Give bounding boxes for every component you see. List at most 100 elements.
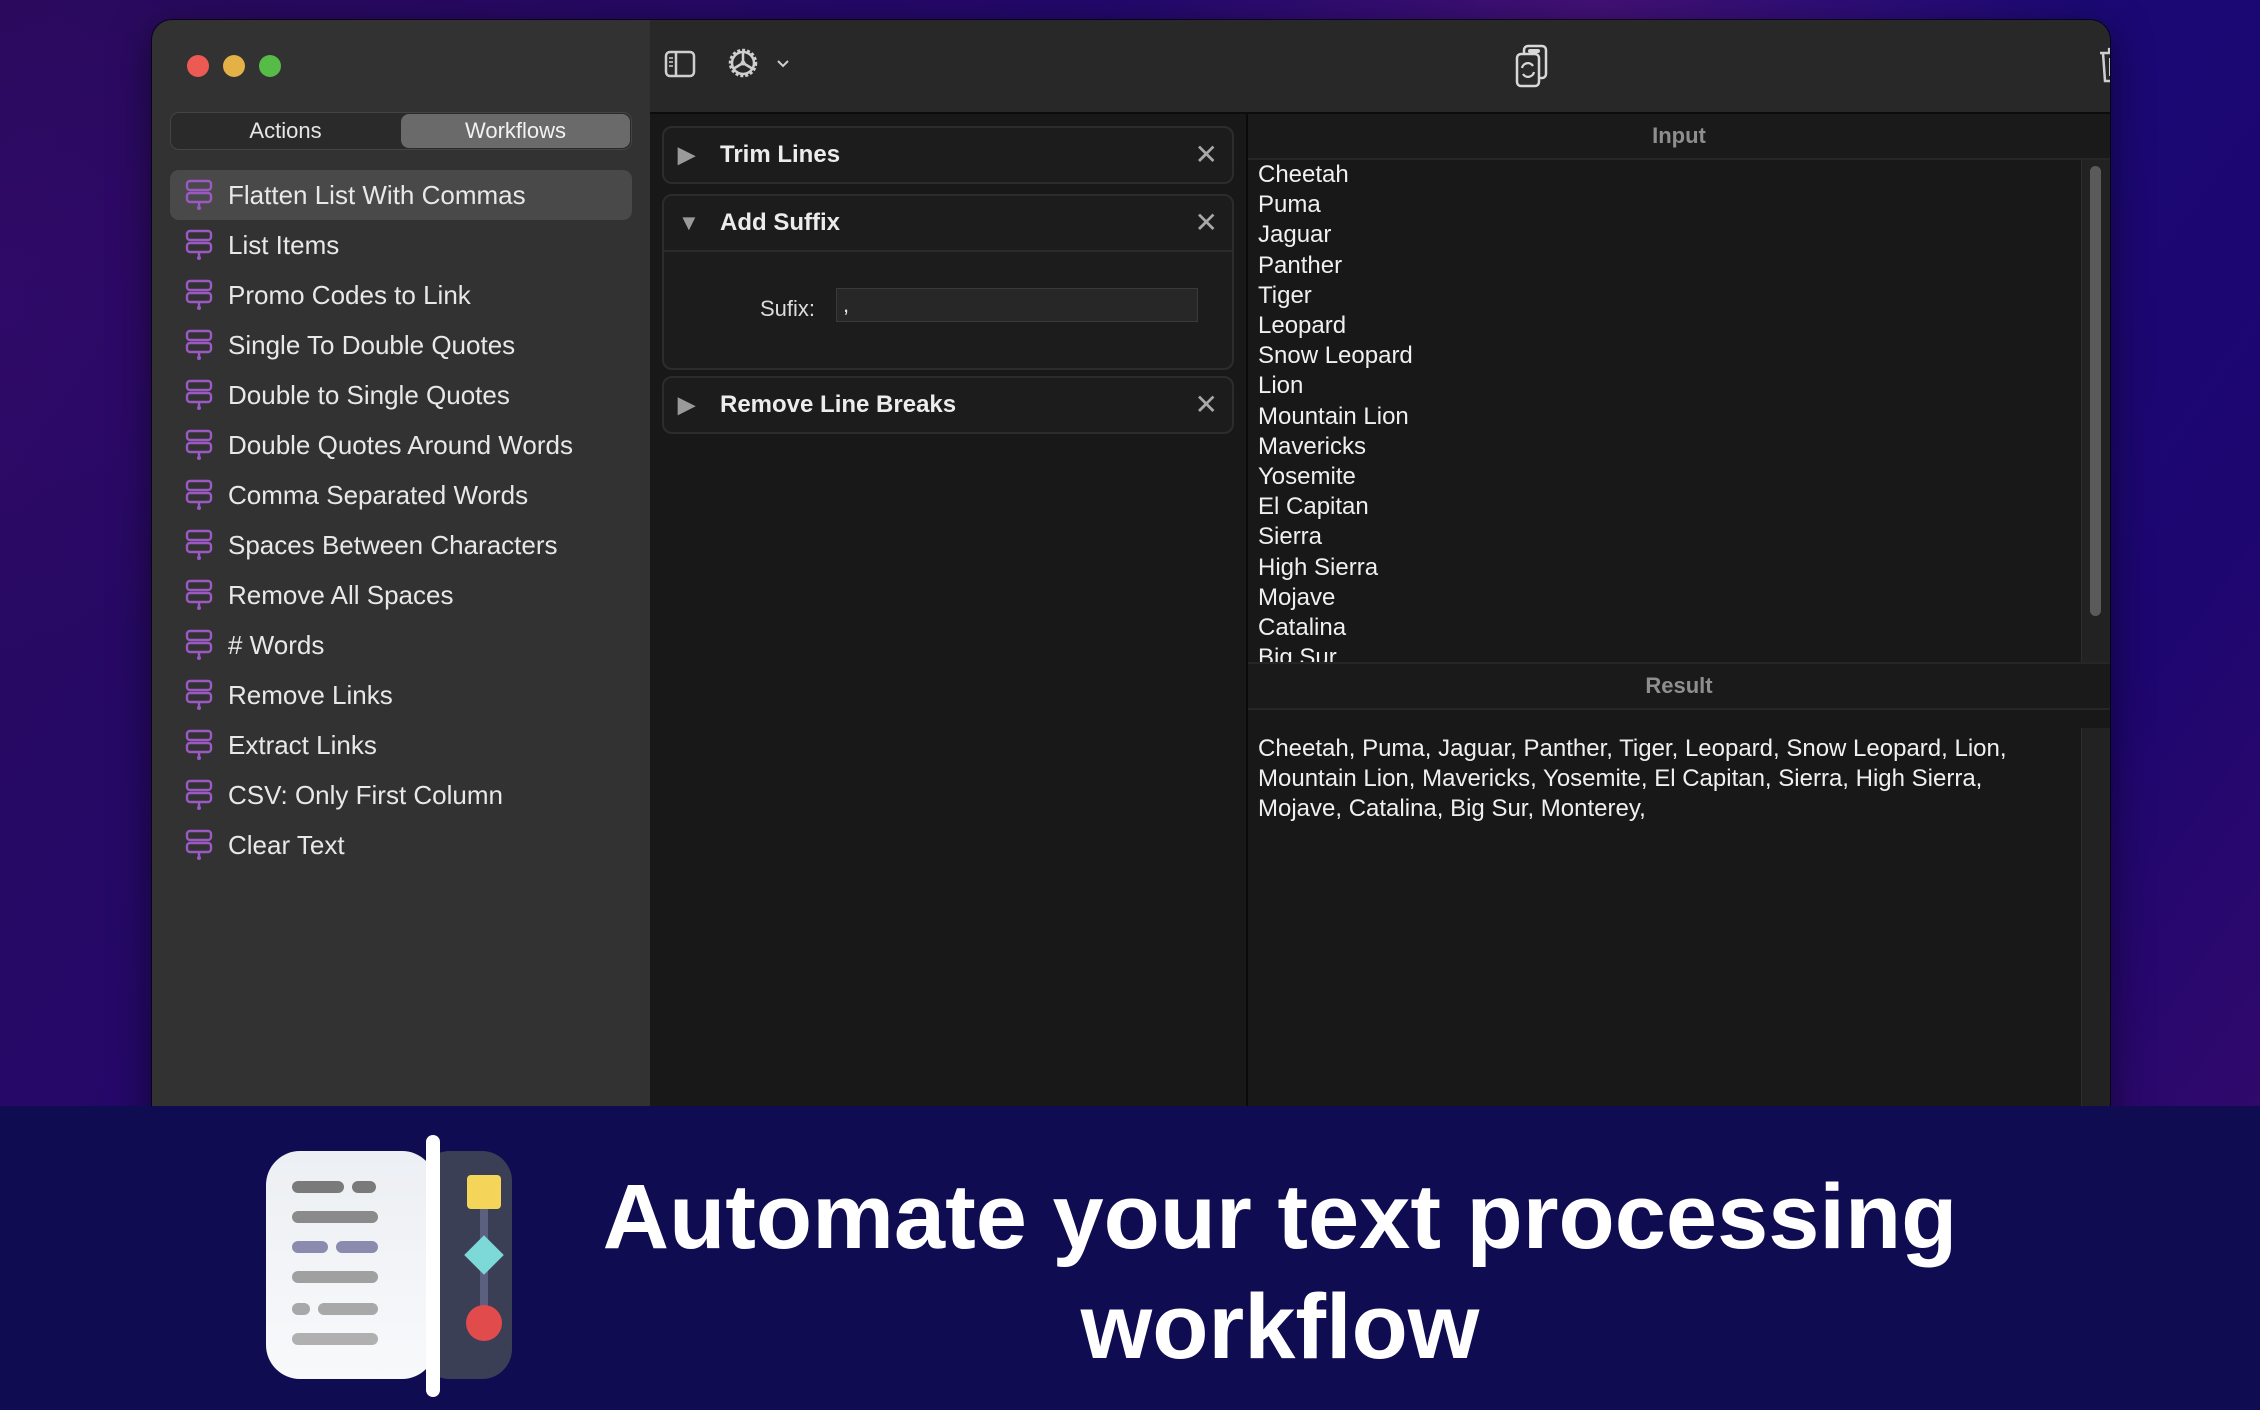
remove-step-icon[interactable]: ✕	[1195, 138, 1218, 171]
toolbar	[650, 20, 2110, 114]
workflow-icon	[185, 179, 213, 210]
sidebar-item[interactable]: Promo Codes to Link	[170, 270, 632, 320]
sidebar-item-label: Comma Separated Words	[228, 479, 529, 510]
step-header[interactable]: ▶ Trim Lines ✕	[664, 128, 1232, 182]
workflow-icon	[185, 529, 213, 560]
gear-icon[interactable]	[724, 44, 762, 87]
workflow-icon	[185, 379, 213, 410]
tab-actions[interactable]: Actions	[171, 113, 400, 149]
banner-headline: Automate your text processing workflow	[602, 1166, 1958, 1378]
sidebar-item[interactable]: Extract Links	[170, 720, 632, 770]
sidebar-item[interactable]: Flatten List With Commas	[170, 170, 632, 220]
step-header[interactable]: ▶ Remove Line Breaks ✕	[664, 378, 1232, 432]
sidebar-toggle-icon[interactable]	[664, 50, 696, 83]
input-scrollbar[interactable]	[2081, 160, 2110, 665]
sidebar-segmented-control: Actions Workflows	[170, 112, 632, 150]
sidebar-item[interactable]: Clear Text	[170, 820, 632, 870]
app-window: Actions Workflows Flatten List With Comm…	[152, 20, 2110, 1140]
workflow-icon	[185, 679, 213, 710]
window-controls	[187, 55, 281, 77]
step-title: Add Suffix	[720, 209, 840, 236]
input-line: Yosemite	[1258, 463, 1356, 491]
result-scrollbar[interactable]	[2081, 728, 2110, 1140]
promo-banner: Automate your text processing workflow	[0, 1106, 2260, 1410]
disclosure-right-icon[interactable]: ▶	[678, 392, 708, 418]
sidebar-item[interactable]: List Items	[170, 220, 632, 270]
copy-convert-icon[interactable]	[1514, 44, 1550, 93]
tab-workflows[interactable]: Workflows	[401, 114, 630, 148]
step-title: Trim Lines	[720, 141, 841, 168]
step-title: Remove Line Breaks	[720, 391, 957, 418]
workflow-icon	[185, 479, 213, 510]
input-line: Panther	[1258, 251, 1343, 279]
input-line: Snow Leopard	[1258, 342, 1413, 370]
step-add-suffix: ▼ Add Suffix ✕ Sufix:	[662, 194, 1234, 370]
input-line: Mojave	[1258, 583, 1336, 611]
input-line: Tiger	[1258, 281, 1312, 309]
sidebar-item-label: Double Quotes Around Words	[228, 429, 573, 460]
sidebar-item[interactable]: Double to Single Quotes	[170, 370, 632, 420]
disclosure-down-icon[interactable]: ▼	[678, 210, 708, 236]
sidebar-item-label: Flatten List With Commas	[228, 179, 526, 210]
result-header: Result	[1248, 662, 2110, 710]
workflow-steps-pane: ▶ Trim Lines ✕ ▼ Add Suffix ✕ Sufix: ▶ R…	[650, 114, 1248, 1140]
text-workflow-app-icon	[266, 1135, 512, 1397]
sidebar-item[interactable]: CSV: Only First Column	[170, 770, 632, 820]
workflow-icon	[185, 279, 213, 310]
input-line: Mavericks	[1258, 432, 1367, 460]
text-pane: Input Cheetah Puma Jaguar Panther Tiger Leopa…	[1248, 114, 2110, 1140]
workflow-icon	[185, 429, 213, 460]
sidebar-item[interactable]: Spaces Between Characters	[170, 520, 632, 570]
sidebar-item[interactable]: Single To Double Quotes	[170, 320, 632, 370]
close-window-button[interactable]	[187, 55, 209, 77]
result-text-area[interactable]: Cheetah, Puma, Jaguar, Panther, Tiger, L…	[1248, 728, 2082, 1140]
workflow-icon	[185, 579, 213, 610]
suffix-label: Sufix:	[760, 296, 816, 321]
sidebar-item-label: Single To Double Quotes	[228, 329, 516, 360]
sidebar-item-label: # Words	[228, 629, 325, 660]
disclosure-right-icon[interactable]: ▶	[678, 142, 708, 168]
sidebar-item-label: CSV: Only First Column	[228, 779, 503, 810]
remove-step-icon[interactable]: ✕	[1195, 388, 1218, 421]
input-line: Sierra	[1258, 523, 1323, 551]
input-text-area[interactable]: Cheetah Puma Jaguar Panther Tiger Leopard Snow…	[1248, 160, 2082, 665]
sidebar-item[interactable]: Remove All Spaces	[170, 570, 632, 620]
sidebar-item-label: Promo Codes to Link	[228, 279, 471, 310]
sidebar-item-label: Clear Text	[228, 829, 345, 860]
chevron-down-icon[interactable]	[776, 56, 790, 74]
sidebar: Actions Workflows Flatten List With Comm…	[152, 20, 651, 1140]
workflow-list: Flatten List With Commas List Items Promo …	[170, 170, 632, 870]
sidebar-item-label: Remove Links	[228, 679, 393, 710]
workflow-icon	[185, 629, 213, 660]
zoom-window-button[interactable]	[259, 55, 281, 77]
sidebar-item[interactable]: # Words	[170, 620, 632, 670]
workflow-icon	[185, 229, 213, 260]
sidebar-item[interactable]: Remove Links	[170, 670, 632, 720]
sidebar-item[interactable]: Double Quotes Around Words	[170, 420, 632, 470]
input-line: Catalina	[1258, 614, 1347, 642]
input-line: Jaguar	[1258, 221, 1332, 249]
sidebar-item[interactable]: Comma Separated Words	[170, 470, 632, 520]
step-options: Sufix:	[664, 250, 1232, 368]
input-scroll-thumb[interactable]	[2090, 166, 2101, 616]
workflow-icon	[185, 779, 213, 810]
input-line: Leopard	[1258, 312, 1347, 340]
remove-step-icon[interactable]: ✕	[1195, 206, 1218, 239]
workflow-icon	[185, 729, 213, 760]
sidebar-item-label: List Items	[228, 229, 340, 260]
step-header[interactable]: ▼ Add Suffix ✕	[664, 196, 1232, 250]
input-line: El Capitan	[1258, 493, 1369, 521]
sidebar-item-label: Extract Links	[228, 729, 377, 760]
input-header: Input	[1248, 114, 2110, 160]
input-line: Lion	[1258, 372, 1304, 400]
sidebar-item-label: Spaces Between Characters	[228, 529, 558, 560]
workflow-icon	[185, 829, 213, 860]
input-line: Mountain Lion	[1258, 402, 1409, 430]
step-trim-lines: ▶ Trim Lines ✕	[662, 126, 1234, 184]
sidebar-item-label: Double to Single Quotes	[228, 379, 510, 410]
sidebar-item-label: Remove All Spaces	[228, 579, 454, 610]
input-line: Cheetah	[1258, 161, 1349, 188]
trash-icon[interactable]	[2098, 46, 2110, 89]
suffix-input[interactable]	[836, 288, 1198, 322]
minimize-window-button[interactable]	[223, 55, 245, 77]
